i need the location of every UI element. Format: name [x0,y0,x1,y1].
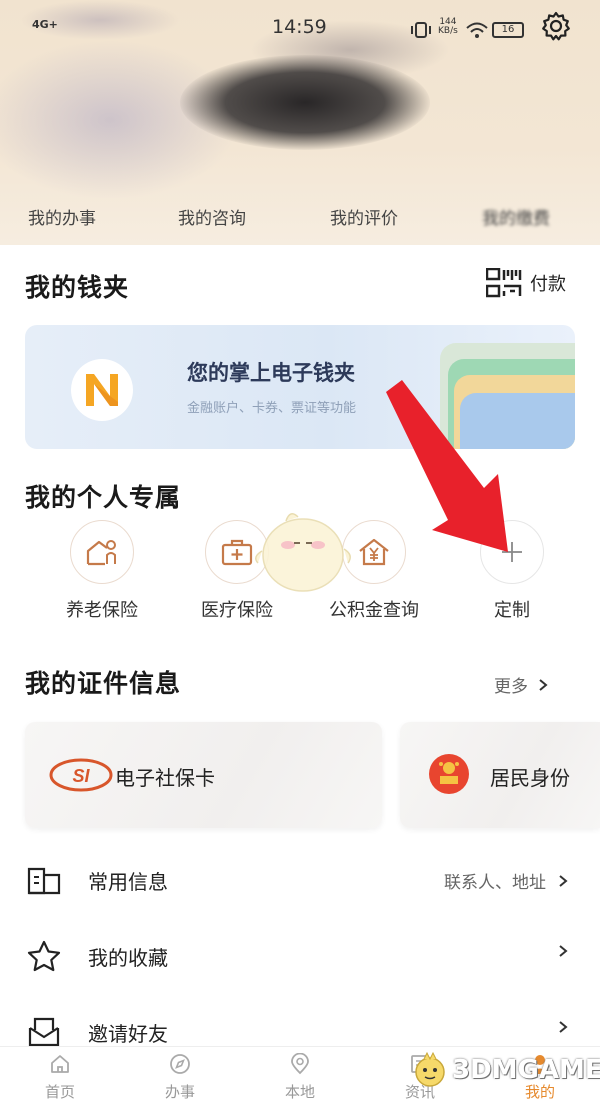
chevron-right-icon [559,874,568,887]
national-emblem-icon [429,754,469,794]
social-security-card-label: 电子社保卡 [115,766,215,790]
plus-icon [480,520,544,584]
common-info-hint: 联系人、地址 [444,873,546,893]
header-tabs: 我的办事 我的咨询 我的评价 我的缴费 [0,200,600,232]
location-icon [291,1052,309,1075]
invite-friends-detail [558,1020,568,1034]
watermark-text: 3DMGAME [452,1055,600,1085]
tab-home[interactable]: 首页 [20,1053,100,1102]
pay-label: 付款 [530,274,566,295]
tab-my-consultation[interactable]: 我的咨询 [178,204,246,229]
wallet-logo [71,359,133,421]
network-indicator: 4G+ [32,18,58,31]
service-label: 公积金查询 [329,600,419,621]
status-bar: 4G+ 14:59 144 KB/s 16 [0,14,600,44]
star-icon [27,940,61,972]
personal-section-title: 我的个人专属 [25,483,182,512]
elderly-icon [70,520,134,584]
invite-friends-label: 邀请好友 [88,1022,168,1046]
social-security-card[interactable]: SI 电子社保卡 [25,722,382,828]
chevron-right-icon [539,678,548,691]
tab-my-reviews[interactable]: 我的评价 [330,204,398,229]
watermark-mascot-icon [415,1052,445,1087]
network-speed: 144 KB/s [438,18,458,36]
wallet-card[interactable]: 您的掌上电子钱夹 金融账户、卡券、票证等功能 [25,325,575,449]
common-info-label: 常用信息 [88,870,168,894]
service-customize[interactable]: 定制 [447,520,577,622]
my-favorites-row[interactable]: 我的收藏 [0,926,600,986]
service-label: 定制 [494,600,530,621]
chevron-right-icon [559,945,568,957]
tab-my-payments[interactable]: 我的缴费 [482,204,550,229]
social-security-logo: SI [49,758,113,792]
wallet-n-logo [86,374,118,406]
tab-services[interactable]: 办事 [140,1053,220,1102]
card-stack-illustration [430,343,575,449]
certificates-section-title: 我的证件信息 [25,669,182,698]
tab-my-affairs[interactable]: 我的办事 [28,204,96,229]
service-label: 养老保险 [66,600,138,621]
info-card-icon [27,867,61,895]
certificates-more-link[interactable]: 更多 [494,672,548,697]
my-favorites-label: 我的收藏 [88,946,168,970]
wallet-card-subtitle: 金融账户、卡券、票证等功能 [187,401,357,416]
pay-button[interactable]: 付款 [486,268,566,298]
wallet-section-title: 我的钱夹 [25,273,130,302]
wallet-card-title: 您的掌上电子钱夹 [187,361,355,385]
tab-label: 本地 [284,1083,315,1101]
mascot-sticker [255,513,351,592]
resident-id-card[interactable]: 居民身份 [400,722,600,828]
more-label: 更多 [494,677,528,697]
gear-icon[interactable] [540,10,572,42]
profile-header: 4G+ 14:59 144 KB/s 16 我的办事 我的咨询 我的评价 我的缴… [0,0,600,245]
battery-indicator: 16 [492,22,524,38]
site-watermark: 3DMGAME [412,1052,600,1088]
compass-icon [170,1054,190,1074]
speed-unit: KB/s [438,26,458,36]
my-favorites-detail [558,944,568,958]
vibrate-icon [411,22,431,38]
tab-local[interactable]: 本地 [260,1052,340,1102]
tab-label: 办事 [164,1083,195,1101]
service-pension-insurance[interactable]: 养老保险 [37,520,167,622]
service-label: 医疗保险 [201,600,273,621]
status-time: 14:59 [272,16,327,38]
redacted-username [180,55,430,150]
wifi-icon [466,22,488,38]
payment-code-icon [486,268,522,298]
svg-text:SI: SI [72,766,90,786]
tab-label: 首页 [44,1083,75,1101]
common-info-detail: 联系人、地址 [444,868,568,893]
resident-id-card-label: 居民身份 [490,766,570,790]
home-icon [51,1055,69,1073]
chevron-right-icon [559,1021,568,1033]
common-info-row[interactable]: 常用信息 联系人、地址 [0,850,600,910]
invite-icon [28,1017,60,1047]
